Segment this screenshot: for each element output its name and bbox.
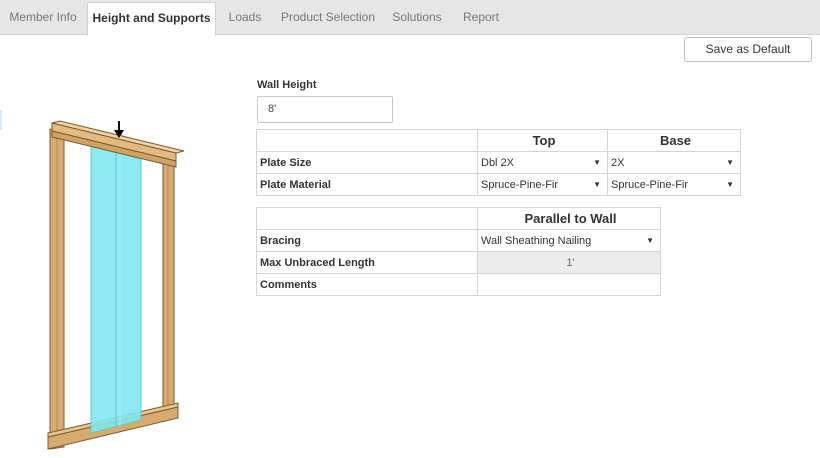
comments-input[interactable]	[477, 273, 661, 296]
wall-height-input[interactable]: 8'	[257, 96, 393, 123]
top-plate-size-select[interactable]: Dbl 2X ▼	[477, 151, 608, 174]
select-value: Spruce-Pine-Fir	[481, 178, 559, 191]
wall-height-label: Wall Height	[257, 79, 317, 91]
table-header-row: Parallel to Wall	[256, 207, 661, 230]
wall-frame-illustration	[47, 120, 185, 450]
tab-height-and-supports[interactable]: Height and Supports	[87, 2, 216, 36]
table-row: Bracing Wall Sheathing Nailing ▼	[256, 229, 661, 252]
save-as-default-button[interactable]: Save as Default	[684, 37, 812, 62]
row-label-max-unbraced-length: Max Unbraced Length	[256, 251, 478, 274]
top-plate-material-select[interactable]: Spruce-Pine-Fir ▼	[477, 173, 608, 196]
corner-cell	[256, 129, 478, 152]
tab-loads[interactable]: Loads	[218, 2, 272, 35]
tab-member-info[interactable]: Member Info	[0, 2, 86, 35]
row-label-plate-material: Plate Material	[256, 173, 478, 196]
table-row: Comments	[256, 273, 661, 296]
table-row: Max Unbraced Length 1'	[256, 251, 661, 274]
max-unbraced-length-value: 1'	[477, 251, 661, 274]
table-row: Plate Size Dbl 2X ▼ 2X ▼	[256, 151, 741, 174]
tab-bar: Member Info Height and Supports Loads Pr…	[0, 0, 820, 36]
plates-table: Top Base Plate Size Dbl 2X ▼ 2X ▼ Plate Ma…	[256, 129, 741, 196]
caret-down-icon: ▼	[593, 180, 601, 189]
select-value: 2X	[611, 156, 625, 169]
table-row: Plate Material Spruce-Pine-Fir ▼ Spruce-P…	[256, 173, 741, 196]
base-plate-material-select[interactable]: Spruce-Pine-Fir ▼	[607, 173, 741, 196]
row-label-bracing: Bracing	[256, 229, 478, 252]
bracing-table: Parallel to Wall Bracing Wall Sheathing …	[256, 207, 661, 296]
caret-down-icon: ▼	[593, 158, 601, 167]
bracing-select[interactable]: Wall Sheathing Nailing ▼	[477, 229, 661, 252]
caret-down-icon: ▼	[646, 236, 654, 245]
caret-down-icon: ▼	[726, 180, 734, 189]
row-label-comments: Comments	[256, 273, 478, 296]
tab-solutions[interactable]: Solutions	[384, 2, 450, 35]
select-value: Spruce-Pine-Fir	[611, 178, 689, 191]
row-label-plate-size: Plate Size	[256, 151, 478, 174]
table-header-row: Top Base	[256, 129, 741, 152]
caret-down-icon: ▼	[726, 158, 734, 167]
column-header-parallel-to-wall: Parallel to Wall	[477, 207, 661, 230]
corner-cell	[256, 207, 478, 230]
column-header-base: Base	[607, 129, 741, 152]
select-value: Wall Sheathing Nailing	[481, 234, 592, 247]
panel-edge-accent	[0, 110, 2, 130]
base-plate-size-select[interactable]: 2X ▼	[607, 151, 741, 174]
tab-product-selection[interactable]: Product Selection	[274, 2, 382, 35]
select-value: Dbl 2X	[481, 156, 515, 169]
tab-report[interactable]: Report	[452, 2, 510, 35]
column-header-top: Top	[477, 129, 608, 152]
